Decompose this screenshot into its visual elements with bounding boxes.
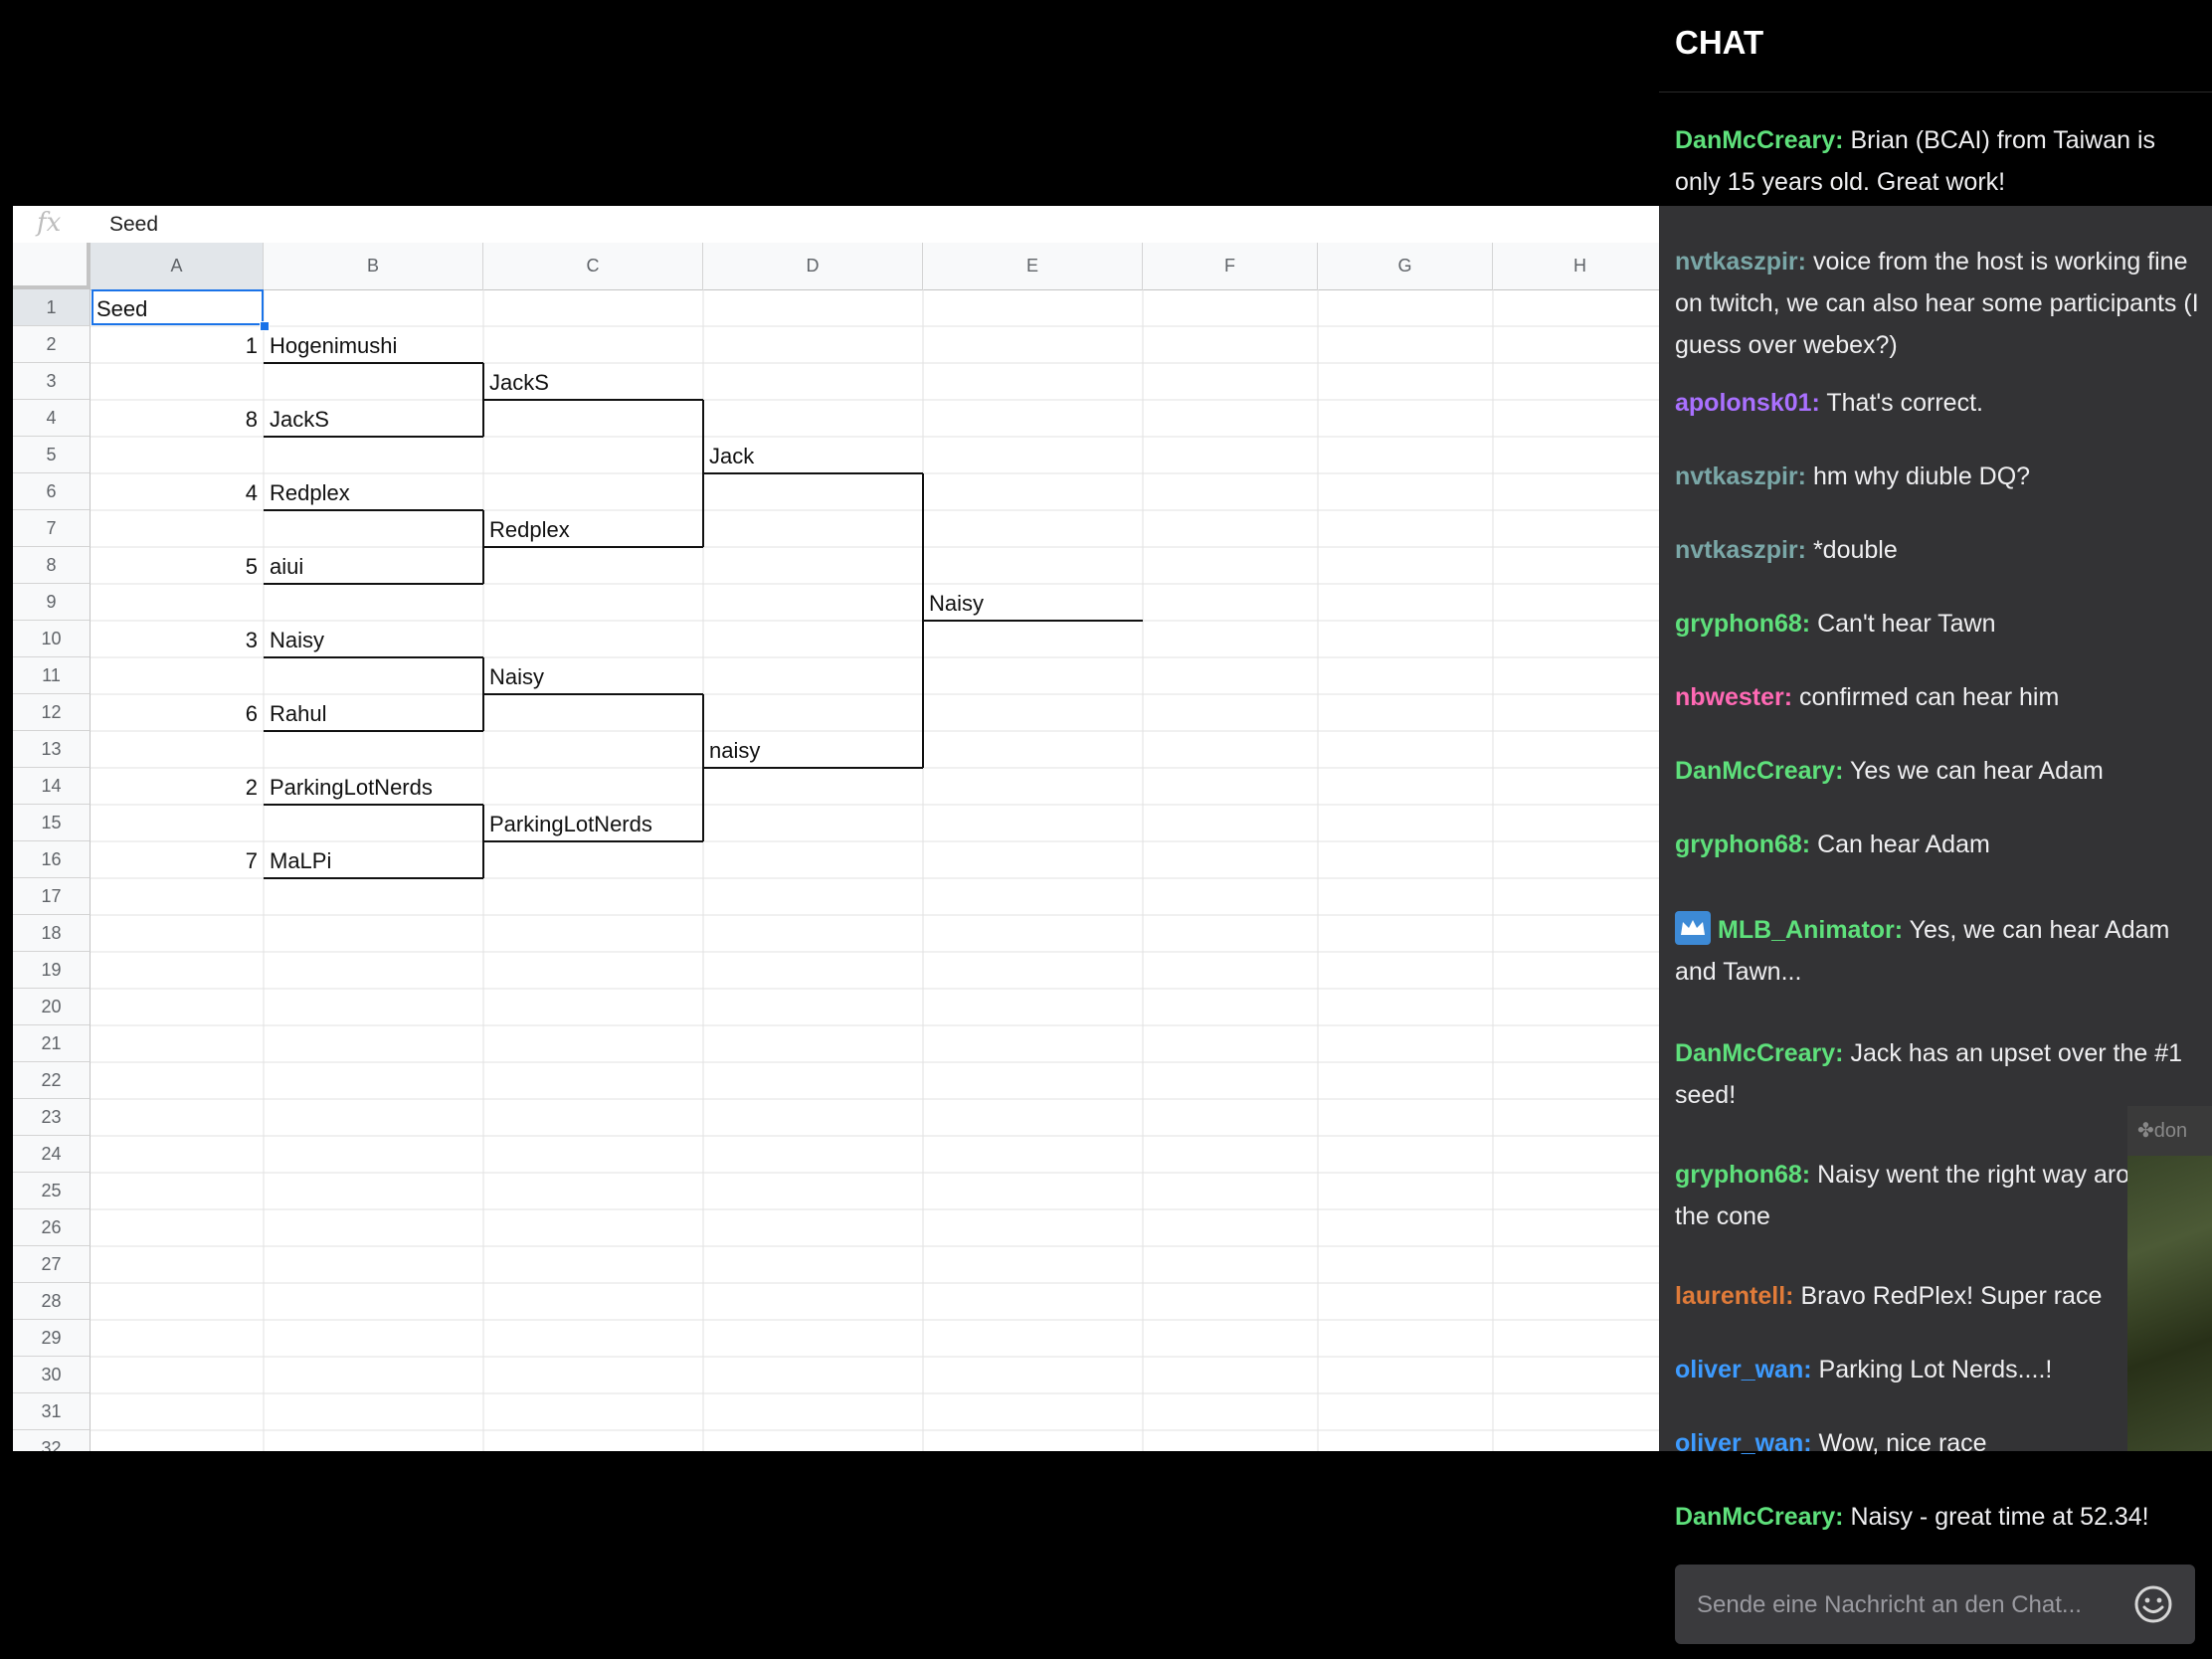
round1-player-cell[interactable]: MaLPi: [270, 841, 331, 878]
chat-username[interactable]: oliver_wan:: [1675, 1356, 1812, 1383]
round2-player-cell[interactable]: ParkingLotNerds: [489, 805, 652, 841]
chat-message: DanMcCreary: Jack has an upset over the …: [1675, 1032, 2202, 1116]
chat-message: DanMcCreary: Yes we can hear Adam: [1675, 750, 2202, 792]
chat-message-text: Parking Lot Nerds....!: [1818, 1356, 2053, 1383]
select-all-corner[interactable]: [13, 243, 91, 289]
formula-bar[interactable]: fx Seed: [13, 206, 1659, 244]
seed-number-cell[interactable]: 4: [91, 473, 258, 510]
chat-message: nvtkaszpir: voice from the host is worki…: [1675, 241, 2202, 366]
grid-lines: [91, 289, 1659, 1451]
seed-number-cell[interactable]: 8: [91, 400, 258, 437]
seed-number-cell[interactable]: 5: [91, 547, 258, 584]
column-header-g[interactable]: G: [1318, 243, 1493, 289]
chat-username[interactable]: gryphon68:: [1675, 1161, 1810, 1189]
column-header-h[interactable]: H: [1493, 243, 1659, 289]
chat-message: DanMcCreary: Brian (BCAI) from Taiwan is…: [1675, 119, 2202, 203]
chat-username[interactable]: oliver_wan:: [1675, 1429, 1812, 1457]
chat-username[interactable]: nbwester:: [1675, 683, 1792, 711]
video-overlay-label: ✤don: [2127, 1106, 2212, 1156]
round1-player-cell[interactable]: Rahul: [270, 694, 326, 731]
chat-message-text: confirmed can hear him: [1799, 683, 2060, 711]
seed-number-cell[interactable]: 3: [91, 621, 258, 657]
column-header-c[interactable]: C: [483, 243, 703, 289]
seed-number-cell[interactable]: 6: [91, 694, 258, 731]
fill-handle[interactable]: [260, 321, 270, 331]
chat-message-text: Bravo RedPlex! Super race: [1800, 1282, 2103, 1310]
chat-message-text: Yes we can hear Adam: [1850, 757, 2104, 785]
function-icon: fx: [37, 208, 62, 238]
selected-cell-outline: [92, 289, 264, 325]
chat-username[interactable]: DanMcCreary:: [1675, 757, 1844, 785]
chat-message: apolonsk01: That's correct.: [1675, 382, 2202, 424]
column-header-a[interactable]: A: [91, 243, 264, 289]
chat-message: laurentell: Bravo RedPlex! Super race: [1675, 1275, 2202, 1317]
column-header-f[interactable]: F: [1143, 243, 1318, 289]
round1-player-cell[interactable]: Naisy: [270, 621, 324, 657]
chat-username[interactable]: apolonsk01:: [1675, 389, 1820, 417]
video-overlay-text: don: [2153, 1120, 2188, 1142]
emoji-icon[interactable]: [2133, 1584, 2173, 1624]
round2-player-cell[interactable]: Naisy: [489, 657, 544, 694]
chat-message: oliver_wan: Parking Lot Nerds....!: [1675, 1349, 2202, 1390]
formula-value[interactable]: Seed: [109, 206, 158, 243]
chat-input-box[interactable]: [1675, 1565, 2195, 1646]
chat-message-text: Naisy - great time at 52.34!: [1850, 1503, 2149, 1531]
chat-username[interactable]: nvtkaszpir:: [1675, 248, 1806, 276]
column-header-d[interactable]: D: [703, 243, 923, 289]
seed-number-cell[interactable]: 1: [91, 326, 258, 363]
video-overlay[interactable]: [2127, 1106, 2212, 1451]
column-header-b[interactable]: B: [264, 243, 483, 289]
round3-player-cell[interactable]: naisy: [709, 731, 760, 768]
chat-message: gryphon68: Can hear Adam: [1675, 824, 2202, 865]
round2-player-cell[interactable]: JackS: [489, 363, 549, 400]
chat-message: MLB_Animator: Yes, we can hear Adam and …: [1675, 909, 2202, 993]
chat-message: gryphon68: Naisy went the right way arou…: [1675, 1154, 2202, 1237]
column-header-e[interactable]: E: [923, 243, 1143, 289]
chat-username[interactable]: nvtkaszpir:: [1675, 536, 1806, 564]
chat-title: CHAT: [1675, 24, 1764, 61]
chat-username[interactable]: gryphon68:: [1675, 830, 1810, 858]
chat-username[interactable]: gryphon68:: [1675, 610, 1810, 638]
round1-player-cell[interactable]: ParkingLotNerds: [270, 768, 433, 805]
chat-username[interactable]: DanMcCreary:: [1675, 1503, 1844, 1531]
chat-message: DanMcCreary: Naisy - great time at 52.34…: [1675, 1496, 2202, 1538]
chat-message-text: Can hear Adam: [1817, 830, 1990, 858]
chat-message-text: hm why diuble DQ?: [1812, 462, 2031, 490]
round1-player-cell[interactable]: JackS: [270, 400, 329, 437]
round2-player-cell[interactable]: Redplex: [489, 510, 570, 547]
chat-username[interactable]: laurentell:: [1675, 1282, 1793, 1310]
winner-cell[interactable]: Naisy: [929, 584, 984, 621]
crown-icon[interactable]: [1675, 911, 1711, 945]
chat-username[interactable]: nvtkaszpir:: [1675, 462, 1806, 490]
seed-number-cell[interactable]: 7: [91, 841, 258, 878]
round1-player-cell[interactable]: Redplex: [270, 473, 350, 510]
paw-icon: ✤: [2137, 1120, 2154, 1142]
chat-message: gryphon68: Can't hear Tawn: [1675, 603, 2202, 645]
spreadsheet-view: fx Seed ABCDEFGH 1 2 3 4 5 6 7 8 9 10 11 12 13 14 15 16…: [13, 206, 1659, 1451]
seed-number-cell[interactable]: 2: [91, 768, 258, 805]
round1-player-cell[interactable]: Hogenimushi: [270, 326, 397, 363]
chat-message: nvtkaszpir: hm why diuble DQ?: [1675, 456, 2202, 497]
column-header-row: ABCDEFGH: [13, 243, 1659, 290]
chat-username[interactable]: MLB_Animator:: [1718, 916, 1903, 944]
chat-message-text: *double: [1812, 536, 1898, 564]
chat-message: nbwester: confirmed can hear him: [1675, 676, 2202, 718]
chat-username[interactable]: DanMcCreary:: [1675, 126, 1844, 154]
chat-header: CHAT: [1659, 0, 2212, 92]
chat-message-text: Wow, nice race: [1818, 1429, 1987, 1457]
chat-message-text: That's correct.: [1826, 389, 1983, 417]
chat-username[interactable]: DanMcCreary:: [1675, 1039, 1844, 1067]
round3-player-cell[interactable]: Jack: [709, 437, 754, 473]
chat-message: oliver_wan: Wow, nice race: [1675, 1422, 2202, 1464]
chat-message-input[interactable]: [1675, 1565, 2136, 1646]
chat-message: nvtkaszpir: *double: [1675, 529, 2202, 571]
round1-player-cell[interactable]: aiui: [270, 547, 303, 584]
chat-message-text: Can't hear Tawn: [1817, 610, 1996, 638]
